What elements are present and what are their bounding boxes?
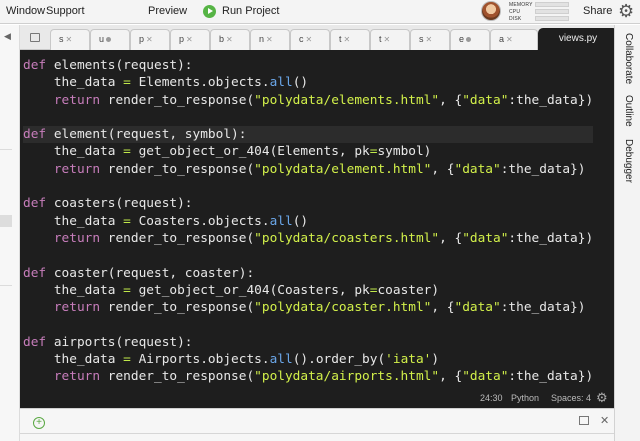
code-line[interactable]: return render_to_response("polydata/elem…: [23, 92, 593, 109]
tab-debugger[interactable]: Debugger: [623, 139, 634, 183]
close-icon[interactable]: ✕: [384, 35, 391, 44]
close-icon[interactable]: ✕: [506, 35, 513, 44]
code-line[interactable]: return render_to_response("polydata/coas…: [23, 299, 593, 316]
new-file-icon[interactable]: [30, 33, 40, 42]
code-line[interactable]: def element(request, symbol):: [23, 126, 594, 144]
tab-5[interactable]: b ✕: [210, 29, 250, 50]
top-menu-bar: Window Support Preview Run Project MEMOR…: [0, 0, 640, 24]
code-line[interactable]: the_data = Airports.objects.all().order_…: [23, 351, 593, 368]
close-icon[interactable]: ✕: [66, 35, 73, 44]
code-content: def elements(request): the_data = Elemen…: [23, 57, 594, 386]
tab-4[interactable]: p ✕: [170, 29, 210, 50]
avatar[interactable]: [481, 1, 501, 21]
left-divider: [0, 285, 12, 286]
tab-1[interactable]: s ✕: [50, 29, 90, 50]
code-line[interactable]: def airports(request):: [23, 334, 593, 351]
tab-10[interactable]: s ✕: [410, 29, 450, 50]
indent-setting[interactable]: Spaces: 4: [551, 393, 591, 403]
code-line[interactable]: [23, 109, 593, 126]
resource-stats: MEMORY CPU DISK: [509, 1, 569, 22]
code-line[interactable]: def elements(request):: [23, 57, 593, 74]
memory-label: MEMORY: [509, 1, 533, 8]
editor-status-bar: 24:30 Python Spaces: 4 ⚙: [20, 389, 614, 408]
code-line[interactable]: return render_to_response("polydata/airp…: [23, 368, 593, 385]
collapse-arrow-icon[interactable]: ◀: [4, 31, 11, 42]
code-line[interactable]: [23, 316, 593, 333]
language-mode[interactable]: Python: [511, 393, 539, 403]
close-icon[interactable]: ✕: [186, 35, 193, 44]
code-line[interactable]: the_data = get_object_or_404(Coasters, p…: [23, 282, 593, 299]
tab-6[interactable]: n ✕: [250, 29, 290, 50]
disk-bar: [535, 16, 569, 21]
modified-dot-icon: [106, 37, 112, 43]
popout-icon[interactable]: [579, 416, 589, 425]
gear-icon[interactable]: ⚙: [596, 390, 608, 406]
share-button[interactable]: Share: [583, 5, 612, 17]
tab-3[interactable]: p ✕: [130, 29, 170, 50]
cpu-label: CPU: [509, 8, 521, 15]
tab-outline[interactable]: Outline: [623, 95, 634, 127]
memory-bar: [535, 2, 569, 7]
menu-window[interactable]: Window: [6, 5, 45, 17]
code-line[interactable]: [23, 247, 593, 264]
close-icon[interactable]: ✕: [306, 35, 313, 44]
disk-label: DISK: [509, 15, 522, 22]
add-icon[interactable]: +: [33, 417, 45, 429]
close-icon[interactable]: ✕: [426, 35, 433, 44]
code-line[interactable]: the_data = get_object_or_404(Elements, p…: [23, 143, 593, 160]
tab-12[interactable]: a ✕: [490, 29, 538, 50]
gear-icon[interactable]: ⚙: [618, 1, 634, 21]
code-line[interactable]: [23, 178, 593, 195]
cursor-position[interactable]: 24:30: [480, 393, 503, 403]
run-project-button[interactable]: Run Project: [203, 3, 279, 19]
right-sidebar: Collaborate Outline Debugger: [614, 25, 640, 441]
code-line[interactable]: the_data = Elements.objects.all(): [23, 74, 593, 91]
menu-support[interactable]: Support: [46, 5, 85, 17]
tab-views-py[interactable]: views.py: [538, 28, 618, 50]
run-project-label: Run Project: [222, 5, 280, 17]
code-line[interactable]: def coasters(request):: [23, 195, 593, 212]
tab-2[interactable]: u: [90, 29, 130, 50]
preview-button[interactable]: Preview: [148, 5, 187, 17]
close-icon[interactable]: ✕: [600, 414, 609, 427]
left-panel: ◀: [0, 25, 20, 441]
tab-collaborate[interactable]: Collaborate: [623, 33, 634, 84]
modified-dot-icon: [466, 37, 472, 43]
close-icon[interactable]: ✕: [226, 35, 233, 44]
console-panel: + ✕: [20, 408, 614, 441]
left-divider: [0, 149, 12, 150]
close-icon[interactable]: ✕: [344, 35, 351, 44]
code-line[interactable]: return render_to_response("polydata/coas…: [23, 230, 593, 247]
tab-9[interactable]: t ✕: [370, 29, 410, 50]
code-line[interactable]: def coaster(request, coaster):: [23, 265, 593, 282]
tab-7[interactable]: c ✕: [290, 29, 330, 50]
tab-8[interactable]: t ✕: [330, 29, 370, 50]
close-icon[interactable]: ✕: [266, 35, 273, 44]
run-icon: [203, 4, 216, 18]
tab-11[interactable]: e: [450, 29, 490, 50]
left-selected-item[interactable]: [0, 215, 12, 227]
code-line[interactable]: return render_to_response("polydata/elem…: [23, 161, 593, 178]
code-editor[interactable]: def elements(request): the_data = Elemen…: [20, 50, 614, 408]
tab-bar: s ✕ u p ✕ p ✕ b ✕ n ✕ c ✕ t ✕ t ✕ s ✕ e a ✕ views.…: [20, 25, 618, 50]
close-icon[interactable]: ✕: [146, 35, 153, 44]
code-line[interactable]: the_data = Coasters.objects.all(): [23, 213, 593, 230]
console-divider: [20, 433, 614, 434]
cpu-bar: [535, 9, 569, 14]
